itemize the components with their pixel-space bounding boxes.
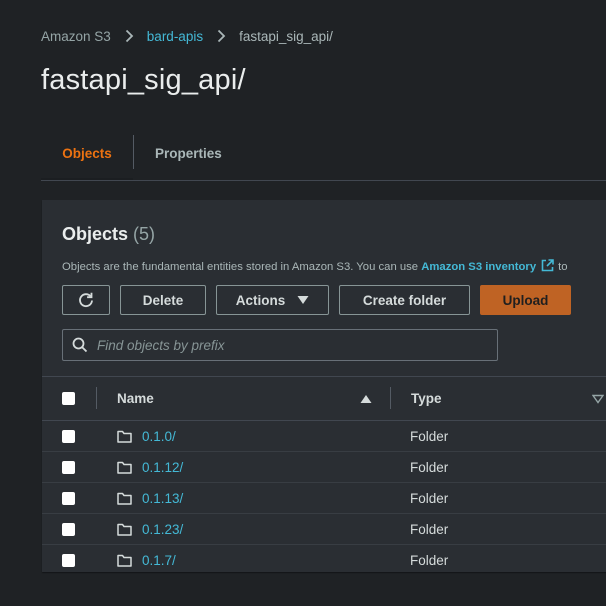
tab-properties[interactable]: Properties: [155, 128, 222, 179]
table-row[interactable]: 0.1.12/ Folder: [42, 452, 606, 483]
object-name-link[interactable]: 0.1.13/: [142, 483, 183, 513]
search-box: [62, 329, 498, 361]
tab-bar: Objects Properties: [41, 128, 606, 181]
object-name-link[interactable]: 0.1.7/: [142, 545, 176, 572]
row-checkbox[interactable]: [62, 429, 75, 443]
table-row[interactable]: 0.1.0/ Folder: [42, 421, 606, 452]
search-input[interactable]: [95, 336, 479, 354]
column-divider: [390, 387, 391, 409]
object-type: Folder: [410, 521, 449, 537]
objects-description: Objects are the fundamental entities sto…: [62, 259, 568, 275]
external-link-icon[interactable]: [541, 259, 554, 275]
page-title: fastapi_sig_api/: [41, 64, 246, 96]
breadcrumb-amazon-s3[interactable]: Amazon S3: [41, 29, 111, 44]
object-name-link[interactable]: 0.1.12/: [142, 452, 183, 482]
table-header: Name Type: [42, 376, 606, 421]
objects-heading-title: Objects: [62, 224, 129, 244]
breadcrumb-current: fastapi_sig_api/: [239, 28, 333, 44]
folder-icon: [117, 483, 132, 513]
select-all-checkbox[interactable]: [62, 392, 75, 405]
object-type: Folder: [410, 552, 449, 568]
actions-button[interactable]: Actions: [216, 285, 329, 315]
s3-inventory-link[interactable]: Amazon S3 inventory: [421, 261, 536, 273]
object-name-link[interactable]: 0.1.23/: [142, 514, 183, 544]
objects-heading: Objects (5): [62, 224, 155, 245]
folder-icon: [117, 421, 132, 451]
chevron-right-icon: [217, 29, 226, 43]
search-icon: [72, 337, 88, 353]
objects-panel: Objects (5) Objects are the fundamental …: [42, 200, 606, 572]
object-type: Folder: [410, 428, 449, 444]
refresh-icon: [77, 291, 95, 309]
sort-caret-icon[interactable]: [592, 377, 604, 420]
objects-description-text: Objects are the fundamental entities sto…: [62, 261, 419, 273]
breadcrumb-bucket[interactable]: bard-apis: [147, 29, 203, 44]
upload-button[interactable]: Upload: [480, 285, 571, 315]
actions-label: Actions: [235, 292, 286, 308]
row-checkbox[interactable]: [62, 491, 75, 505]
row-checkbox[interactable]: [62, 553, 75, 567]
delete-button[interactable]: Delete: [120, 285, 206, 315]
objects-table: Name Type 0.1.0/ Folder 0.1.12/ Folder 0…: [42, 376, 606, 572]
select-all-cell: [62, 377, 75, 420]
object-type: Folder: [410, 490, 449, 506]
object-type: Folder: [410, 459, 449, 475]
objects-count: (5): [133, 224, 156, 244]
column-header-type[interactable]: Type: [411, 377, 442, 420]
folder-icon: [117, 545, 132, 572]
folder-icon: [117, 452, 132, 482]
chevron-right-icon: [125, 29, 134, 43]
folder-icon: [117, 514, 132, 544]
tab-objects[interactable]: Objects: [41, 128, 133, 180]
column-header-name[interactable]: Name: [117, 377, 154, 420]
refresh-button[interactable]: [62, 285, 110, 315]
row-checkbox[interactable]: [62, 522, 75, 536]
object-name-link[interactable]: 0.1.0/: [142, 421, 176, 451]
row-checkbox[interactable]: [62, 460, 75, 474]
caret-down-icon: [297, 295, 309, 305]
breadcrumb: Amazon S3 bard-apis fastapi_sig_api/: [41, 26, 333, 46]
table-row[interactable]: 0.1.7/ Folder: [42, 545, 606, 572]
objects-description-tail: to: [558, 261, 568, 273]
tab-divider: [133, 135, 134, 169]
table-body: 0.1.0/ Folder 0.1.12/ Folder 0.1.13/ Fol…: [42, 421, 606, 572]
create-folder-button[interactable]: Create folder: [339, 285, 470, 315]
column-divider: [96, 387, 97, 409]
sort-ascending-icon[interactable]: [360, 377, 372, 420]
table-row[interactable]: 0.1.13/ Folder: [42, 483, 606, 514]
table-row[interactable]: 0.1.23/ Folder: [42, 514, 606, 545]
